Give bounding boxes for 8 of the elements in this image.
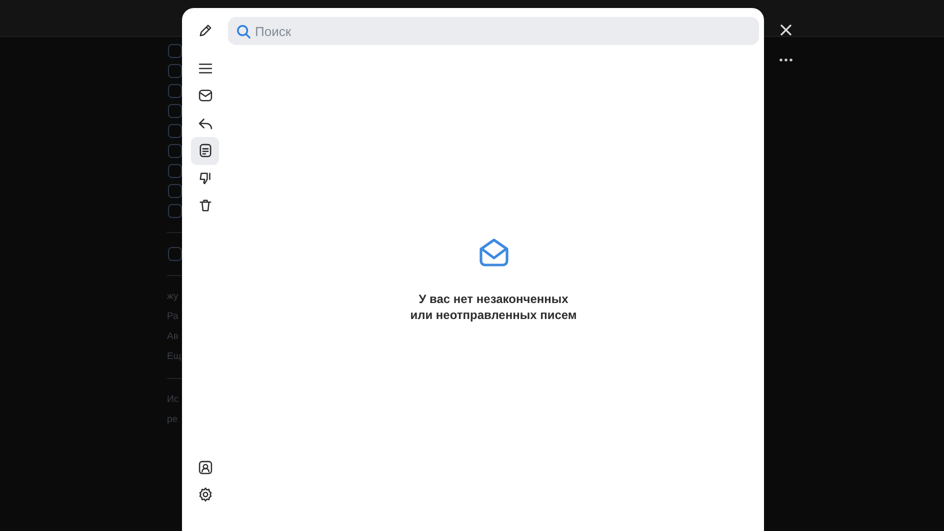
envelope-icon — [196, 87, 214, 104]
footer-text: ре — [167, 413, 179, 427]
search-field[interactable]: Поиск — [228, 17, 759, 45]
document-button[interactable] — [191, 136, 219, 164]
empty-message: У вас нет незаконченных или неотправленных писем — [410, 291, 577, 323]
contact-card-icon — [196, 458, 214, 476]
settings-icon — [196, 486, 214, 503]
footer-text: Ис — [167, 393, 180, 407]
